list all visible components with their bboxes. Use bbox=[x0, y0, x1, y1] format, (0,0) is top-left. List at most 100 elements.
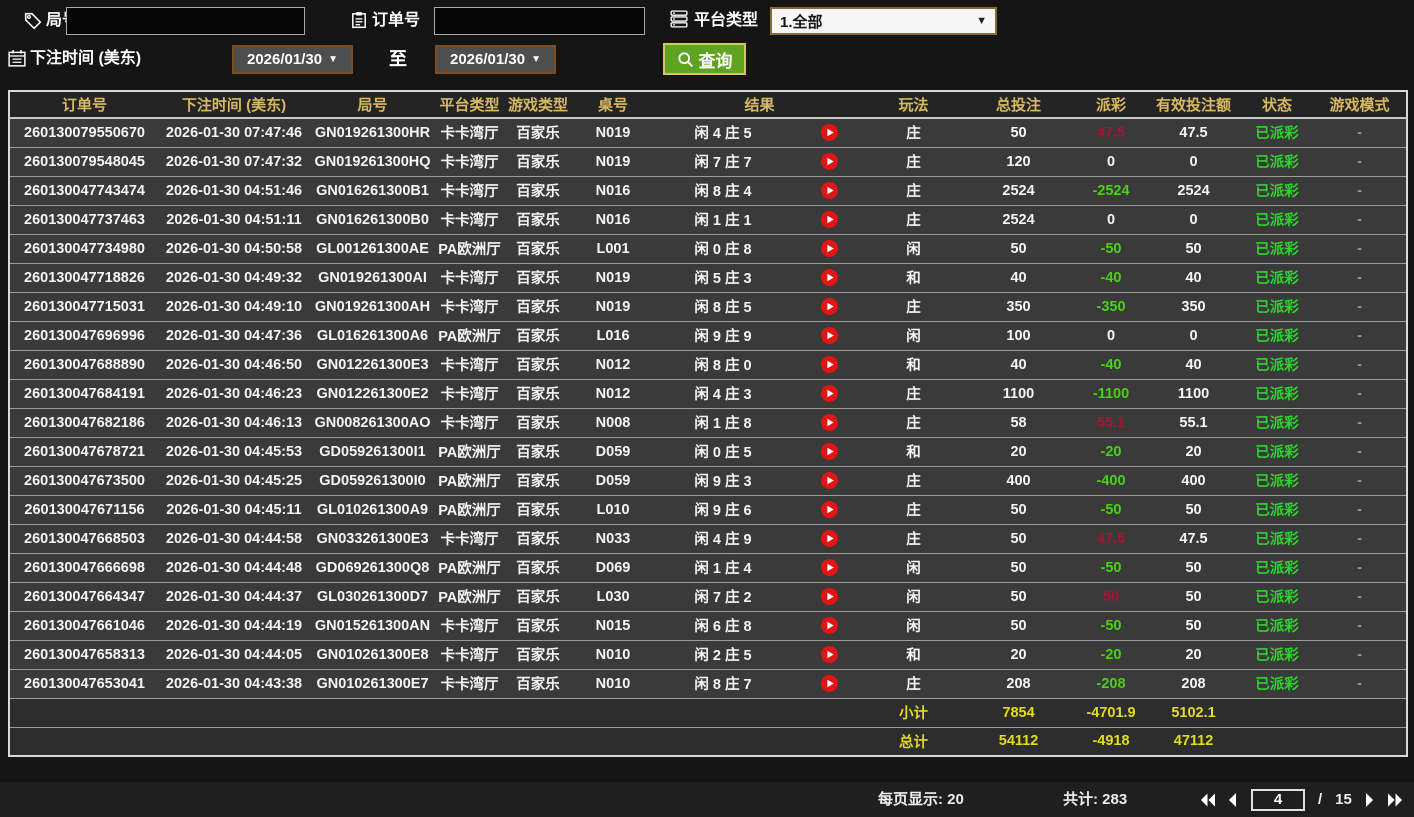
play-icon[interactable] bbox=[821, 646, 838, 663]
play-icon[interactable] bbox=[821, 385, 838, 402]
total-count-value: 283 bbox=[1102, 791, 1128, 808]
subtotal-spacer-right bbox=[1241, 697, 1408, 727]
cell-payout: 50 bbox=[1076, 581, 1147, 611]
header-game-type: 游戏类型 bbox=[503, 91, 573, 119]
cell-bet-type: 闲 bbox=[866, 233, 962, 263]
cell-bet-type: 闲 bbox=[866, 610, 962, 640]
play-icon[interactable] bbox=[821, 472, 838, 489]
table-row: 260130047671156 2026-01-30 04:45:11 GL0102… bbox=[9, 494, 1408, 524]
play-icon[interactable] bbox=[821, 356, 838, 373]
cell-game-type: 百家乐 bbox=[503, 291, 573, 321]
play-icon[interactable] bbox=[821, 443, 838, 460]
subtotal-row: 小计 7854 -4701.9 5102.1 bbox=[9, 697, 1408, 727]
cell-bet-type: 庄 bbox=[866, 291, 962, 321]
play-icon[interactable] bbox=[821, 269, 838, 286]
order-number-input[interactable] bbox=[434, 7, 645, 35]
bet-records-table: 订单号 下注时间 (美东) 局号 平台类型 游戏类型 桌号 结果 玩法 总投注 … bbox=[8, 90, 1409, 757]
cell-bet-time: 2026-01-30 04:44:05 bbox=[159, 639, 309, 669]
play-icon[interactable] bbox=[821, 675, 838, 692]
cell-table-number: N019 bbox=[573, 291, 653, 321]
cell-bet-time: 2026-01-30 04:47:36 bbox=[159, 320, 309, 350]
cell-platform-type: 卡卡湾厅 bbox=[436, 407, 503, 437]
cell-result: 闲 5 庄 3 bbox=[653, 262, 793, 292]
cell-bet-type: 闲 bbox=[866, 320, 962, 350]
play-icon[interactable] bbox=[821, 588, 838, 605]
cell-table-number: D069 bbox=[573, 552, 653, 582]
play-icon[interactable] bbox=[821, 559, 838, 576]
play-icon[interactable] bbox=[821, 414, 838, 431]
cell-platform-type: 卡卡湾厅 bbox=[436, 610, 503, 640]
header-bet-type: 玩法 bbox=[866, 91, 962, 119]
cell-platform-type: PA欧洲厅 bbox=[436, 581, 503, 611]
subtotal-valid-bet: 5102.1 bbox=[1146, 697, 1242, 727]
cell-platform-type: PA欧洲厅 bbox=[436, 465, 503, 495]
page-number-input[interactable] bbox=[1251, 788, 1305, 811]
cell-game-mode: - bbox=[1313, 175, 1408, 205]
cell-round-number: GN008261300AO bbox=[309, 407, 436, 437]
server-icon bbox=[670, 10, 688, 28]
cell-order-number: 260130079550670 bbox=[9, 117, 159, 147]
cell-game-mode: - bbox=[1313, 668, 1408, 698]
cell-valid-bet: 50 bbox=[1146, 610, 1242, 640]
platform-type-select[interactable]: 1.全部 ▼ bbox=[770, 7, 997, 35]
table-row: 260130047678721 2026-01-30 04:45:53 GD0592… bbox=[9, 436, 1408, 466]
cell-bet-time: 2026-01-30 04:44:19 bbox=[159, 610, 309, 640]
play-icon[interactable] bbox=[821, 240, 838, 257]
cell-valid-bet: 0 bbox=[1146, 320, 1242, 350]
cell-result: 闲 9 庄 6 bbox=[653, 494, 793, 524]
cell-valid-bet: 47.5 bbox=[1146, 117, 1242, 147]
platform-type-value: 1.全部 bbox=[780, 13, 823, 31]
cell-platform-type: PA欧洲厅 bbox=[436, 494, 503, 524]
play-icon[interactable] bbox=[821, 182, 838, 199]
cell-payout: -1100 bbox=[1076, 378, 1147, 408]
cell-platform-type: 卡卡湾厅 bbox=[436, 378, 503, 408]
search-button[interactable]: 查询 bbox=[663, 43, 746, 75]
grand-total-row: 总计 54112 -4918 47112 bbox=[9, 726, 1408, 756]
round-number-input[interactable] bbox=[66, 7, 305, 35]
cell-replay bbox=[793, 523, 867, 553]
cell-round-number: GN012261300E3 bbox=[309, 349, 436, 379]
play-icon[interactable] bbox=[821, 211, 838, 228]
first-page-button[interactable] bbox=[1200, 792, 1215, 807]
header-order-number: 订单号 bbox=[9, 91, 159, 119]
date-from-picker[interactable]: 2026/01/30 ▼ bbox=[232, 45, 353, 74]
cell-order-number: 260130047678721 bbox=[9, 436, 159, 466]
cell-table-number: L001 bbox=[573, 233, 653, 263]
play-icon[interactable] bbox=[821, 153, 838, 170]
cell-order-number: 260130047673500 bbox=[9, 465, 159, 495]
cell-result: 闲 1 庄 8 bbox=[653, 407, 793, 437]
date-to-picker[interactable]: 2026/01/30 ▼ bbox=[435, 45, 556, 74]
play-icon[interactable] bbox=[821, 501, 838, 518]
play-icon[interactable] bbox=[821, 327, 838, 344]
prev-page-button[interactable] bbox=[1228, 792, 1238, 807]
cell-game-mode: - bbox=[1313, 204, 1408, 234]
cell-replay bbox=[793, 436, 867, 466]
cell-result: 闲 7 庄 7 bbox=[653, 146, 793, 176]
cell-round-number: GN016261300B0 bbox=[309, 204, 436, 234]
play-icon[interactable] bbox=[821, 298, 838, 315]
play-icon[interactable] bbox=[821, 530, 838, 547]
cell-game-type: 百家乐 bbox=[503, 204, 573, 234]
cell-platform-type: 卡卡湾厅 bbox=[436, 204, 503, 234]
cell-bet-type: 庄 bbox=[866, 523, 962, 553]
cell-platform-type: PA欧洲厅 bbox=[436, 552, 503, 582]
table-row: 260130047684191 2026-01-30 04:46:23 GN0122… bbox=[9, 378, 1408, 408]
cell-bet-time: 2026-01-30 04:46:13 bbox=[159, 407, 309, 437]
platform-type-label: 平台类型 bbox=[694, 12, 759, 29]
bet-time-label: 下注时间 (美东) bbox=[30, 50, 142, 67]
cell-round-number: GN019261300HQ bbox=[309, 146, 436, 176]
last-page-button[interactable] bbox=[1387, 792, 1403, 807]
cell-platform-type: 卡卡湾厅 bbox=[436, 262, 503, 292]
cell-bet-type: 庄 bbox=[866, 117, 962, 147]
cell-replay bbox=[793, 610, 867, 640]
cell-payout: -50 bbox=[1076, 610, 1147, 640]
play-icon[interactable] bbox=[821, 124, 838, 142]
cell-game-type: 百家乐 bbox=[503, 320, 573, 350]
cell-order-number: 260130047661046 bbox=[9, 610, 159, 640]
search-icon bbox=[677, 51, 694, 68]
play-icon[interactable] bbox=[821, 617, 838, 634]
cell-game-mode: - bbox=[1313, 146, 1408, 176]
next-page-button[interactable] bbox=[1365, 792, 1375, 807]
cell-payout: -2524 bbox=[1076, 175, 1147, 205]
cell-result: 闲 8 庄 4 bbox=[653, 175, 793, 205]
